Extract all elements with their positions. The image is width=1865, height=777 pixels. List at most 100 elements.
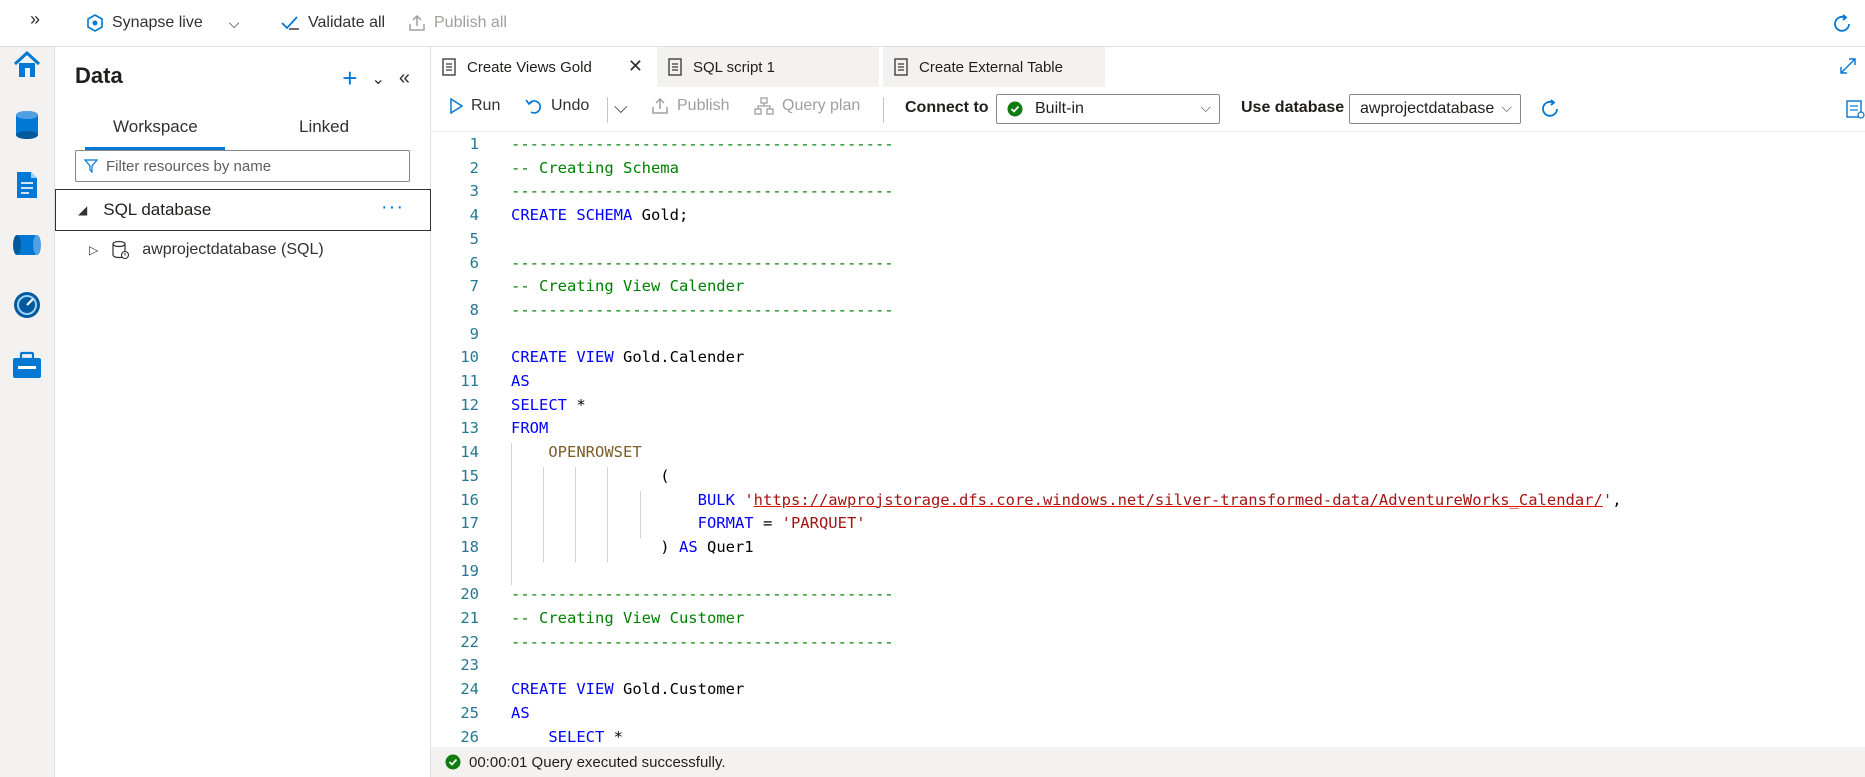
code-line[interactable]: 7 -- Creating View Calender [431, 277, 1865, 301]
doc-tab-create-views-gold[interactable]: Create Views Gold ✕ [431, 47, 653, 87]
code-token: FROM [511, 419, 549, 438]
line-number: 4 [469, 206, 479, 225]
integrate-hub-icon[interactable] [9, 227, 45, 263]
code-token: , [1612, 490, 1622, 509]
data-hub-icon[interactable] [9, 107, 45, 143]
code-line[interactable]: 8 ---------------------------------------… [431, 301, 1865, 325]
code-token: Gold.Calender [622, 348, 745, 367]
tree-section-sql-database[interactable]: ◢ SQL database ··· [55, 189, 431, 231]
code-line[interactable]: 11 AS [431, 372, 1865, 396]
code-line[interactable]: 9 [431, 325, 1865, 349]
code-token: CREATE SCHEMA [511, 206, 642, 225]
code-token: ----------------------------------------… [511, 135, 894, 153]
monitor-hub-icon[interactable] [9, 287, 45, 323]
query-plan-button[interactable]: Query plan [754, 97, 860, 115]
expand-nav-icon[interactable]: » [30, 9, 40, 30]
code-text: ----------------------------------------… [511, 254, 894, 272]
code-token: -- Creating Schema [511, 158, 679, 177]
code-text: ----------------------------------------… [511, 182, 894, 200]
expand-caret-icon[interactable]: ▷ [89, 243, 98, 257]
code-token: = [762, 514, 782, 533]
code-line[interactable]: 5 [431, 230, 1865, 254]
code-line[interactable]: 24 CREATE VIEW Gold.Customer [431, 680, 1865, 704]
use-database-value: awprojectdatabase [1360, 100, 1495, 117]
home-icon[interactable] [9, 47, 45, 83]
refresh-icon[interactable] [1831, 13, 1853, 38]
tree-item-label: awprojectdatabase (SQL) [142, 241, 324, 258]
collapse-all-icon[interactable]: ⌄ [371, 69, 384, 89]
line-number: 9 [469, 324, 479, 343]
code-line[interactable]: 15 ( [431, 467, 1865, 491]
collapse-caret-icon[interactable]: ◢ [78, 203, 87, 217]
code-line[interactable]: 18 ) AS Quer1 [431, 538, 1865, 562]
query-plan-icon [754, 97, 774, 115]
validate-icon [281, 16, 299, 30]
editor-area: Create Views Gold ✕ SQL script 1 Create … [431, 47, 1865, 777]
code-line[interactable]: 17 FORMAT = 'PARQUET' [431, 514, 1865, 538]
code-line[interactable]: 2 -- Creating Schema [431, 159, 1865, 183]
refresh-database-icon[interactable] [1539, 98, 1561, 123]
tab-linked[interactable]: Linked [299, 117, 349, 137]
connect-to-label: Connect to [905, 99, 989, 116]
code-line[interactable]: 12 SELECT * [431, 396, 1865, 420]
code-line[interactable]: 3 ---------------------------------------… [431, 182, 1865, 206]
code-text: -- Creating Schema [511, 159, 679, 177]
undo-icon [525, 99, 542, 114]
code-line[interactable]: 19 [431, 562, 1865, 586]
add-icon[interactable]: + [342, 63, 357, 94]
code-text: ( [511, 467, 669, 485]
use-database-dropdown[interactable]: awprojectdatabase ⌵ [1349, 94, 1521, 124]
code-token: Gold.Customer [622, 680, 745, 699]
code-line[interactable]: 10 CREATE VIEW Gold.Calender [431, 348, 1865, 372]
success-check-icon [1007, 101, 1023, 117]
validate-all-label: Validate all [308, 14, 386, 31]
code-line[interactable]: 13 FROM [431, 419, 1865, 443]
maximize-icon[interactable] [1839, 57, 1857, 78]
filter-input[interactable]: Filter resources by name [75, 150, 410, 182]
line-number: 6 [469, 253, 479, 272]
doc-tab-create-external-table[interactable]: Create External Table [883, 47, 1105, 87]
code-token: ----------------------------------------… [511, 253, 894, 272]
doc-tab-label: Create External Table [919, 58, 1063, 76]
run-button[interactable]: Run [449, 97, 500, 115]
connect-to-dropdown[interactable]: Built-in ⌵ [996, 94, 1220, 124]
code-text: ----------------------------------------… [511, 135, 894, 153]
code-line[interactable]: 22 --------------------------------------… [431, 633, 1865, 657]
tab-workspace[interactable]: Workspace [113, 117, 198, 137]
code-line[interactable]: 4 CREATE SCHEMA Gold; [431, 206, 1865, 230]
code-line[interactable]: 1 ---------------------------------------… [431, 135, 1865, 159]
collapse-panel-icon[interactable]: « [399, 67, 410, 90]
status-message: 00:00:01 Query executed successfully. [469, 753, 726, 771]
code-editor[interactable]: 1 ---------------------------------------… [431, 133, 1865, 747]
publish-all-button[interactable]: Publish all [408, 14, 507, 32]
code-text: AS [511, 704, 530, 722]
code-line[interactable]: 26 SELECT * [431, 728, 1865, 748]
sql-script-icon [668, 58, 682, 76]
workspace-mode-selector[interactable]: Synapse live ⌵ [86, 14, 239, 32]
workspace-mode-label: Synapse live [112, 14, 203, 31]
close-tab-icon[interactable]: ✕ [628, 56, 643, 77]
develop-hub-icon[interactable] [9, 167, 45, 203]
tree-item-database[interactable]: ▷ awprojectdatabase (SQL) [89, 240, 324, 260]
publish-label: Publish [677, 97, 730, 114]
validate-all-button[interactable]: Validate all [280, 14, 385, 32]
code-line[interactable]: 21 -- Creating View Customer [431, 609, 1865, 633]
code-token: Gold; [641, 206, 689, 225]
undo-button[interactable]: Undo [525, 97, 589, 115]
more-options-icon[interactable]: ··· [381, 196, 404, 219]
code-line[interactable]: 20 --------------------------------------… [431, 585, 1865, 609]
code-line[interactable]: 6 ---------------------------------------… [431, 254, 1865, 278]
publish-button[interactable]: Publish [651, 97, 729, 115]
code-line[interactable]: 23 [431, 656, 1865, 680]
doc-tab-sql-script-1[interactable]: SQL script 1 [657, 47, 879, 87]
more-actions-chevron-icon[interactable]: ⌵ [614, 97, 628, 118]
panel-tabs: Workspace Linked [85, 109, 415, 151]
code-line[interactable]: 14 OPENROWSET [431, 443, 1865, 467]
properties-icon[interactable] [1845, 99, 1865, 122]
manage-hub-icon[interactable] [9, 347, 45, 383]
undo-label: Undo [551, 97, 590, 114]
code-line[interactable]: 16 BULK 'https://awprojstorage.dfs.core.… [431, 491, 1865, 515]
code-text: CREATE VIEW Gold.Calender [511, 348, 744, 366]
code-line[interactable]: 25 AS [431, 704, 1865, 728]
